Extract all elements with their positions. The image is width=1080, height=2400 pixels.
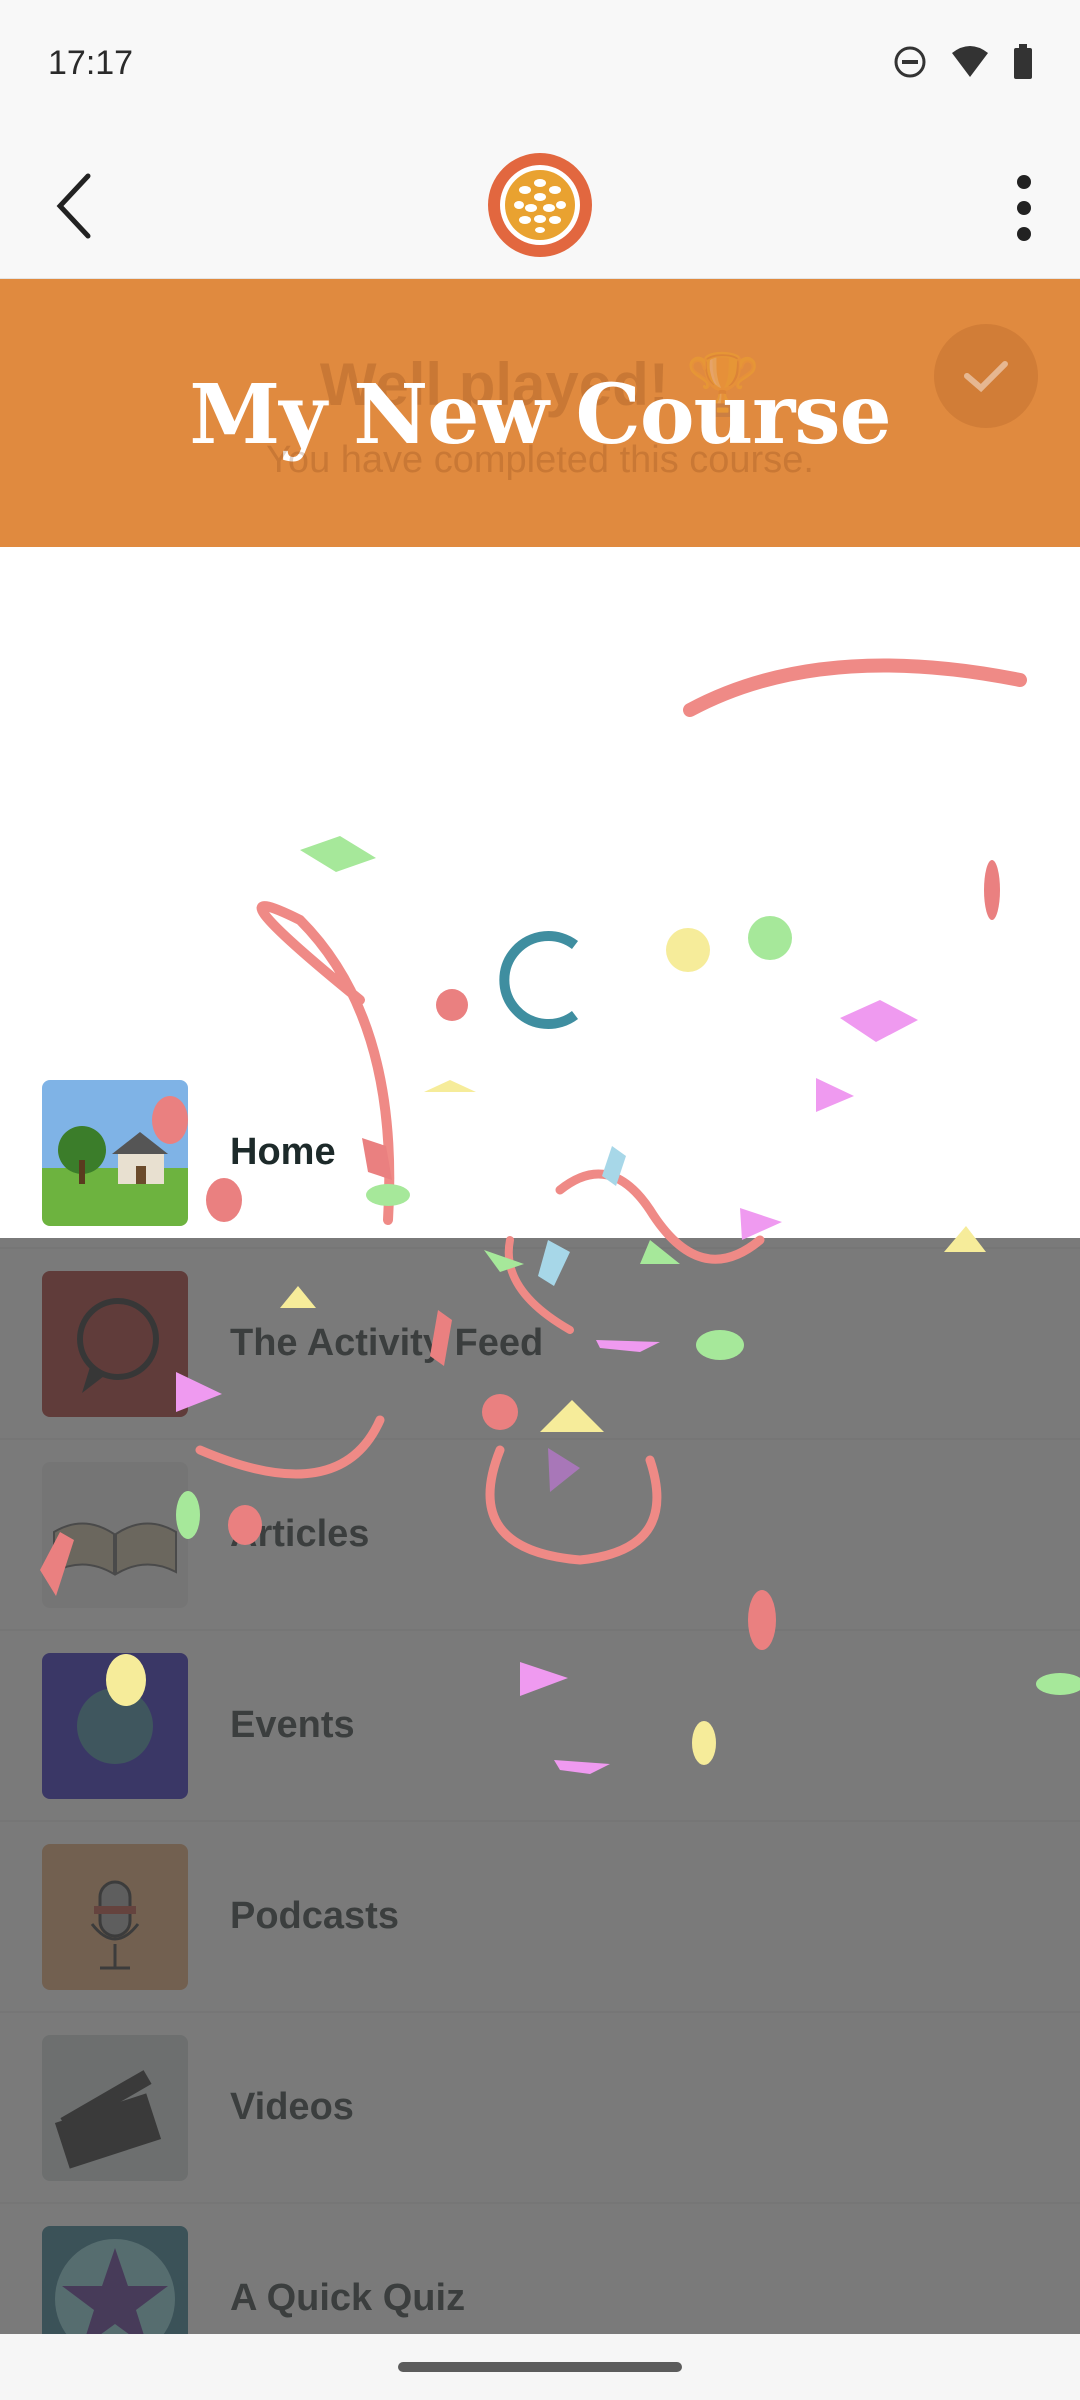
list-item-podcasts[interactable]: Podcasts bbox=[0, 1822, 1080, 2013]
list-item-label: Videos bbox=[230, 2086, 354, 2128]
list-item-videos[interactable]: Videos bbox=[0, 2013, 1080, 2204]
open-book-thumbnail-icon bbox=[42, 1461, 188, 1608]
list-item-home[interactable]: Home bbox=[0, 1058, 1080, 1249]
microphone-thumbnail-icon bbox=[42, 1843, 188, 1990]
status-time: 17:17 bbox=[48, 44, 134, 82]
orange-dots-logo-icon bbox=[488, 153, 592, 257]
app-logo bbox=[487, 152, 593, 258]
speech-bubble-thumbnail-icon bbox=[42, 1270, 188, 1417]
house-thumbnail-icon bbox=[42, 1079, 188, 1226]
app-bar bbox=[0, 128, 1080, 279]
battery-icon bbox=[1014, 44, 1032, 79]
wifi-icon bbox=[952, 46, 988, 77]
list-item-label: Articles bbox=[230, 1513, 370, 1555]
list-item-activity-feed[interactable]: The Activity Feed bbox=[0, 1249, 1080, 1440]
back-button[interactable] bbox=[44, 166, 104, 246]
more-vertical-icon bbox=[1017, 175, 1031, 241]
course-complete-button[interactable] bbox=[934, 324, 1038, 428]
checkmark-icon bbox=[964, 361, 1008, 393]
list-item-label: Home bbox=[230, 1131, 336, 1173]
events-thumbnail-icon bbox=[42, 1652, 188, 1799]
status-bar: 17:17 bbox=[0, 0, 1080, 128]
list-item-label: A Quick Quiz bbox=[230, 2277, 466, 2319]
course-item-list: Home The Activity Feed Articles Events P… bbox=[0, 1058, 1080, 2395]
chevron-left-icon bbox=[56, 173, 91, 239]
do-not-disturb-icon bbox=[894, 46, 926, 78]
list-item-articles[interactable]: Articles bbox=[0, 1440, 1080, 1631]
home-gesture-handle[interactable] bbox=[398, 2362, 682, 2372]
status-icons bbox=[892, 44, 1034, 80]
clapperboard-thumbnail-icon bbox=[42, 2034, 188, 2181]
list-item-label: The Activity Feed bbox=[230, 1322, 544, 1364]
list-item-label: Podcasts bbox=[230, 1895, 399, 1937]
system-nav-bar bbox=[0, 2334, 1080, 2400]
list-item-events[interactable]: Events bbox=[0, 1631, 1080, 1822]
completion-subtitle: You have completed this course. bbox=[266, 439, 814, 481]
course-hero: Well played! 🏆 My New Course You have co… bbox=[0, 279, 1080, 547]
list-item-label: Events bbox=[230, 1704, 355, 1746]
more-options-button[interactable] bbox=[994, 168, 1054, 248]
